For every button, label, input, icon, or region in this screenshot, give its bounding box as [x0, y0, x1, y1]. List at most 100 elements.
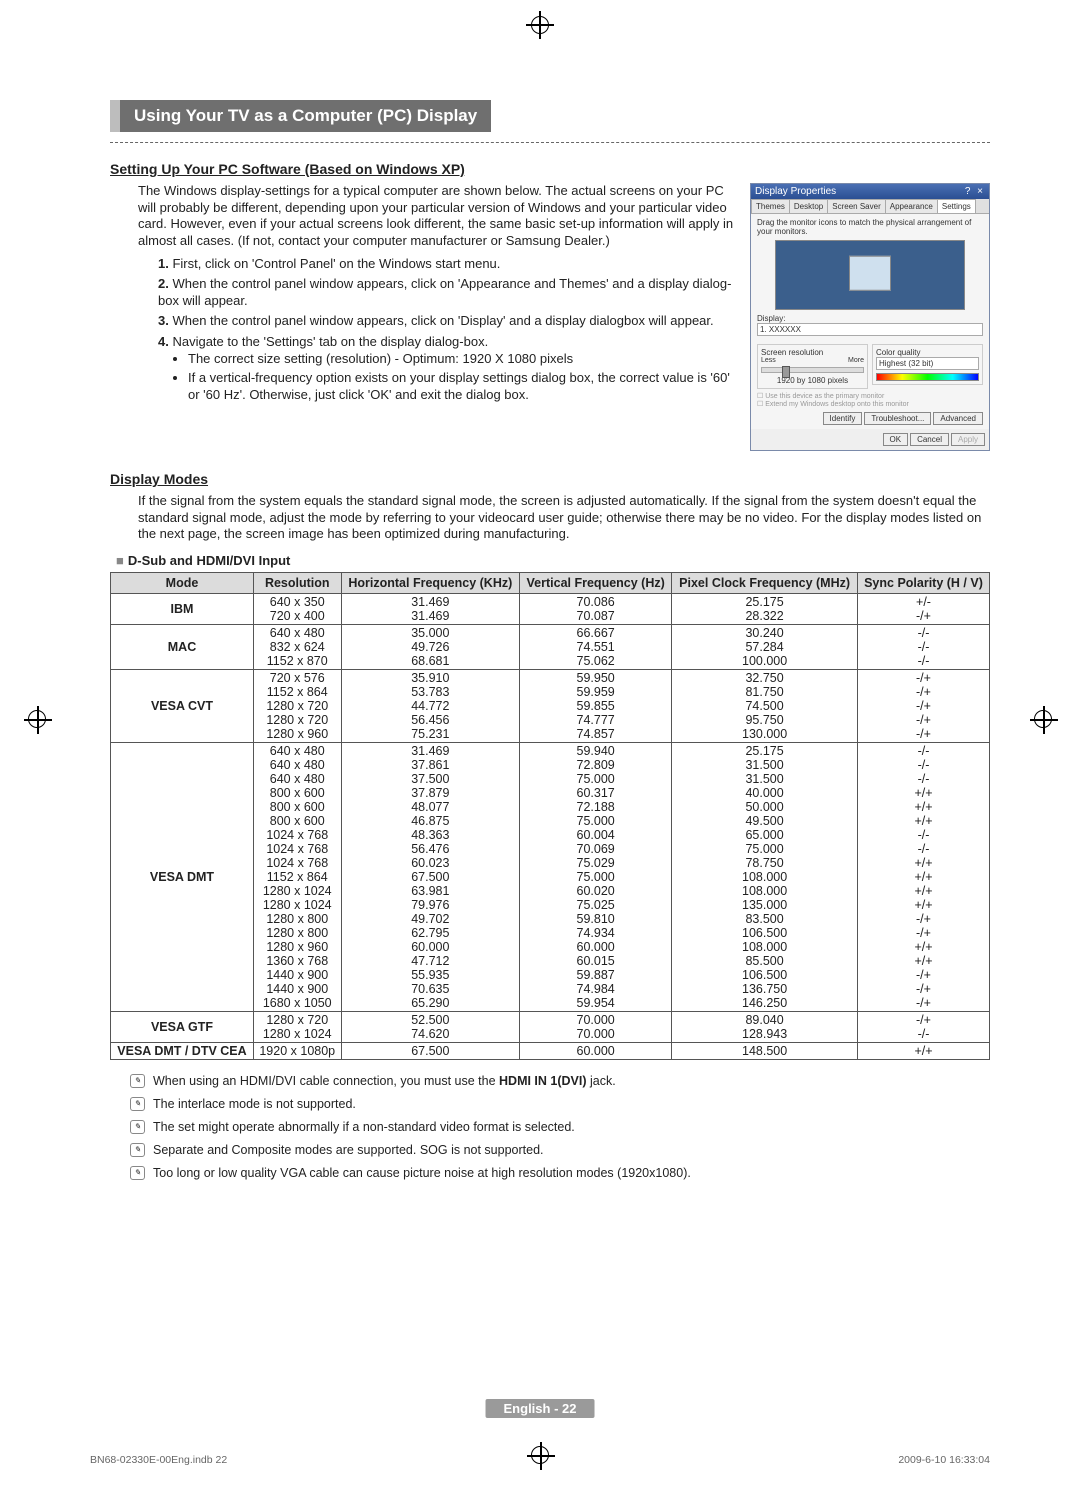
note-icon: ✎ [130, 1097, 145, 1111]
step-4: 4. Navigate to the 'Settings' tab on the… [158, 334, 738, 404]
table-row: VESA DMT / DTV CEA1920 x 1080p67.50060.0… [111, 1042, 990, 1059]
tab-desktop[interactable]: Desktop [789, 199, 828, 213]
table-cell: 25.175 31.500 31.500 40.000 50.000 49.50… [672, 742, 858, 1011]
table-cell: 67.500 [341, 1042, 520, 1059]
table-header: Mode [111, 572, 254, 593]
table-cell: -/+ -/- [857, 1011, 989, 1042]
table-header: Horizontal Frequency (KHz) [341, 572, 520, 593]
tab-appearance[interactable]: Appearance [885, 199, 938, 213]
table-row: IBM640 x 350 720 x 40031.469 31.46970.08… [111, 593, 990, 624]
res-more: More [848, 357, 864, 364]
note-item: ✎ The interlace mode is not supported. [130, 1097, 990, 1111]
identify-button[interactable]: Identify [823, 412, 863, 425]
table-cell: VESA GTF [111, 1011, 254, 1042]
resolution-slider[interactable] [761, 367, 864, 373]
table-cell: 32.750 81.750 74.500 95.750 130.000 [672, 669, 858, 742]
note-item: ✎ The set might operate abnormally if a n… [130, 1120, 990, 1134]
advanced-button[interactable]: Advanced [933, 412, 983, 425]
dialog-tabs: Themes Desktop Screen Saver Appearance S… [751, 199, 989, 214]
dialog-title: Display Properties [755, 186, 836, 197]
table-row: VESA CVT720 x 576 1152 x 864 1280 x 720 … [111, 669, 990, 742]
note-text: Separate and Composite modes are support… [153, 1143, 544, 1157]
note-text: The set might operate abnormally if a no… [153, 1120, 575, 1134]
display-modes-table: ModeResolutionHorizontal Frequency (KHz)… [110, 572, 990, 1060]
table-header: Resolution [253, 572, 341, 593]
table-header: Sync Polarity (H / V) [857, 572, 989, 593]
table-cell: 640 x 480 832 x 624 1152 x 870 [253, 624, 341, 669]
step4-bullet: The correct size setting (resolution) - … [188, 351, 738, 368]
color-quality-label: Color quality [876, 348, 979, 357]
display-label: Display: [757, 314, 983, 323]
page-footer-left: BN68-02330E-00Eng.indb 22 [90, 1454, 227, 1466]
table-cell: 1920 x 1080p [253, 1042, 341, 1059]
tab-screensaver[interactable]: Screen Saver [827, 199, 885, 213]
intro-paragraph: The Windows display-settings for a typic… [138, 183, 738, 250]
dialog-drag-note: Drag the monitor icons to match the phys… [757, 218, 983, 236]
note-item: ✎ Too long or low quality VGA cable can c… [130, 1166, 990, 1180]
chk-extend: ☐ Extend my Windows desktop onto this mo… [757, 400, 983, 408]
note-text: Too long or low quality VGA cable can ca… [153, 1166, 691, 1180]
display-dropdown[interactable]: 1. XXXXXX [757, 323, 983, 336]
table-cell: 60.000 [520, 1042, 672, 1059]
table-cell: 720 x 576 1152 x 864 1280 x 720 1280 x 7… [253, 669, 341, 742]
ok-button[interactable]: OK [883, 433, 909, 446]
table-row: VESA DMT640 x 480 640 x 480 640 x 480 80… [111, 742, 990, 1011]
table-cell: VESA DMT [111, 742, 254, 1011]
table-cell: -/+ -/+ -/+ -/+ -/+ [857, 669, 989, 742]
table-cell: 148.500 [672, 1042, 858, 1059]
page-footer-right: 2009-6-10 16:33:04 [898, 1454, 990, 1466]
step-2: 2. When the control panel window appears… [158, 276, 738, 309]
step-3: 3. When the control panel window appears… [158, 313, 738, 330]
table-cell: 59.940 72.809 75.000 60.317 72.188 75.00… [520, 742, 672, 1011]
table-cell: 640 x 350 720 x 400 [253, 593, 341, 624]
res-less: Less [761, 357, 776, 364]
resolution-label: Screen resolution [761, 348, 864, 357]
table-cell: 70.000 70.000 [520, 1011, 672, 1042]
table-cell: 66.667 74.551 75.062 [520, 624, 672, 669]
table-cell: 31.469 37.861 37.500 37.879 48.077 46.87… [341, 742, 520, 1011]
troubleshoot-button[interactable]: Troubleshoot... [864, 412, 931, 425]
note-text: When using an HDMI/DVI cable connection,… [153, 1074, 616, 1088]
table-cell: 640 x 480 640 x 480 640 x 480 800 x 600 … [253, 742, 341, 1011]
apply-button[interactable]: Apply [951, 433, 985, 446]
table-cell: +/- -/+ [857, 593, 989, 624]
chk-primary: ☐ Use this device as the primary monitor [757, 392, 983, 400]
display-properties-dialog: Display Properties ? × Themes Desktop Sc… [750, 183, 990, 451]
tab-themes[interactable]: Themes [751, 199, 790, 213]
note-text: The interlace mode is not supported. [153, 1097, 356, 1111]
table-cell: VESA DMT / DTV CEA [111, 1042, 254, 1059]
table-cell: 59.950 59.959 59.855 74.777 74.857 [520, 669, 672, 742]
table-cell: 35.910 53.783 44.772 56.456 75.231 [341, 669, 520, 742]
table-cell: MAC [111, 624, 254, 669]
tab-settings[interactable]: Settings [937, 199, 976, 213]
cancel-button[interactable]: Cancel [910, 433, 949, 446]
page-footer-center: English - 22 [486, 1399, 595, 1418]
setup-heading: Setting Up Your PC Software (Based on Wi… [110, 161, 990, 177]
dialog-monitor-preview [775, 240, 965, 310]
table-cell: +/+ [857, 1042, 989, 1059]
setup-steps: 1. First, click on 'Control Panel' on th… [138, 256, 738, 404]
table-cell: 30.240 57.284 100.000 [672, 624, 858, 669]
table-row: MAC640 x 480 832 x 624 1152 x 87035.000 … [111, 624, 990, 669]
registration-mark-bottom [531, 1446, 549, 1464]
table-cell: IBM [111, 593, 254, 624]
table-cell: VESA CVT [111, 669, 254, 742]
resolution-value: 1920 by 1080 pixels [761, 376, 864, 385]
table-row: VESA GTF1280 x 720 1280 x 102452.500 74.… [111, 1011, 990, 1042]
table-cell: -/- -/- -/- [857, 624, 989, 669]
table-header: Vertical Frequency (Hz) [520, 572, 672, 593]
display-modes-heading: Display Modes [110, 471, 990, 487]
table-heading: ■D-Sub and HDMI/DVI Input [116, 553, 990, 568]
section-title: Using Your TV as a Computer (PC) Display [110, 100, 491, 132]
table-cell: 35.000 49.726 68.681 [341, 624, 520, 669]
note-icon: ✎ [130, 1166, 145, 1180]
note-icon: ✎ [130, 1120, 145, 1134]
dialog-title-buttons: ? × [965, 186, 985, 197]
table-cell: 1280 x 720 1280 x 1024 [253, 1011, 341, 1042]
table-cell: 31.469 31.469 [341, 593, 520, 624]
display-modes-para: If the signal from the system equals the… [110, 493, 990, 543]
color-quality-dropdown[interactable]: Highest (32 bit) [876, 357, 979, 370]
note-item: ✎When using an HDMI/DVI cable connection… [130, 1074, 990, 1088]
divider [110, 142, 990, 143]
table-cell: 25.175 28.322 [672, 593, 858, 624]
